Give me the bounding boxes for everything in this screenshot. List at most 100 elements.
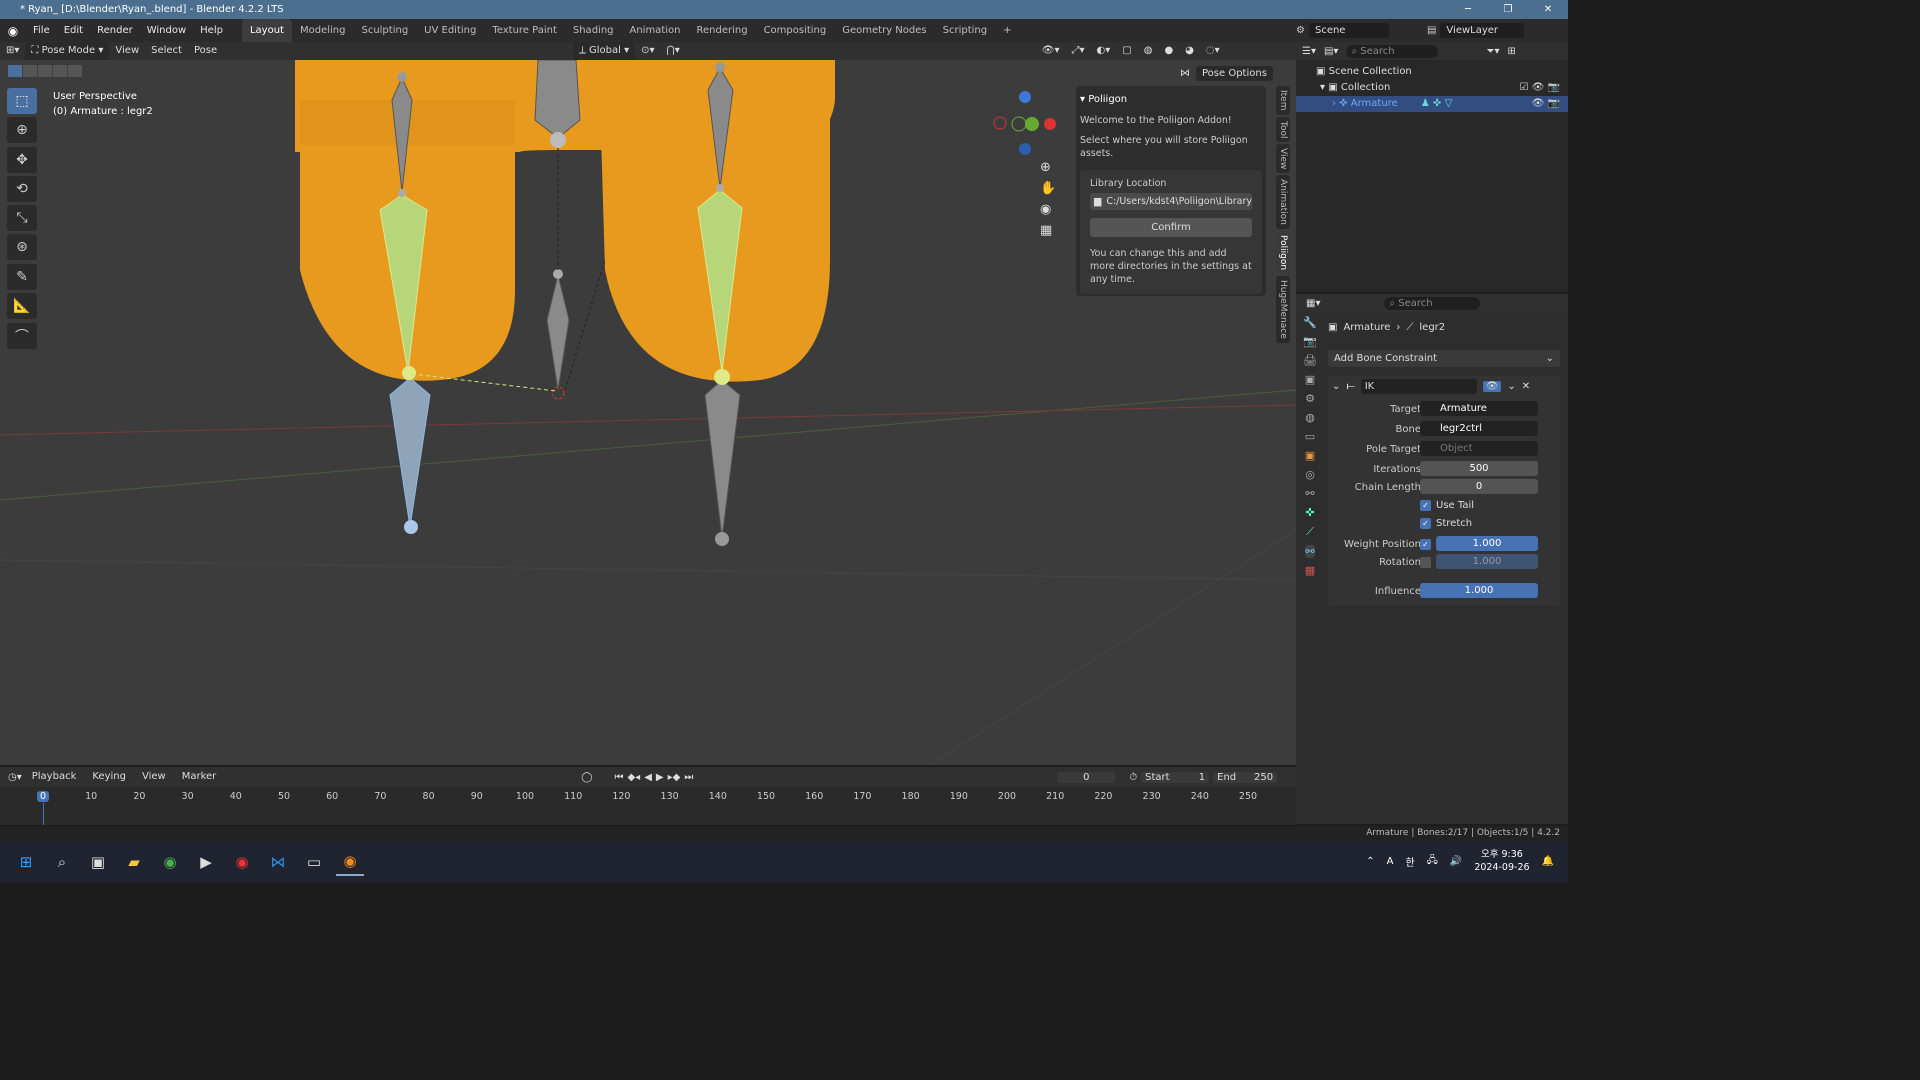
viewlayer-props-icon[interactable]: ▣ (1305, 373, 1315, 386)
bend-tool-icon[interactable]: ⌒ (7, 323, 37, 349)
tab-rendering[interactable]: Rendering (688, 19, 755, 42)
maximize-button[interactable]: ❐ (1488, 0, 1528, 19)
tool-props-icon[interactable]: 🔧 (1303, 316, 1317, 329)
tab-sculpting[interactable]: Sculpting (353, 19, 416, 42)
orientation-selector[interactable]: ⟂ Global ▾ (573, 42, 636, 60)
pose-data-icons[interactable]: ♟ ✜ ▽ (1421, 98, 1452, 109)
tab-tool[interactable]: Tool (1276, 116, 1290, 142)
panel-header[interactable]: ▾ Poliigon (1080, 90, 1262, 109)
close-window-button[interactable]: ✕ (1528, 0, 1568, 19)
menu-keying[interactable]: Keying (86, 768, 132, 786)
confirm-button[interactable]: Confirm (1090, 218, 1252, 237)
notification-icon[interactable]: 🔔 (1542, 856, 1554, 867)
menu-edit[interactable]: Edit (57, 19, 90, 42)
outliner-editor-icon[interactable]: ☰▾ (1302, 46, 1316, 57)
vscode-icon[interactable]: ⋈ (264, 848, 292, 876)
blender-logo-icon[interactable]: ◉ (0, 24, 26, 38)
tab-shading[interactable]: Shading (565, 19, 622, 42)
library-path-field[interactable]: ▆ C:/Users/kdst4\Poliigon\Library (1090, 193, 1252, 210)
chain-length-field[interactable]: 0 (1420, 479, 1538, 494)
scale-tool-icon[interactable]: ⤡ (7, 205, 37, 231)
tab-animation-side[interactable]: Animation (1276, 175, 1290, 230)
mode-selector[interactable]: ⛶ Pose Mode ▾ (25, 42, 110, 60)
pan-hand-icon[interactable]: ✋ (1040, 181, 1056, 196)
bone-field[interactable]: legr2ctrl (1420, 421, 1538, 436)
recorder-icon[interactable]: ◉ (228, 848, 256, 876)
network-icon[interactable]: 🖧 (1427, 853, 1438, 870)
shading-solid-icon[interactable]: ● (1158, 42, 1179, 60)
iterations-field[interactable]: 500 (1420, 461, 1538, 476)
display-mode-icon[interactable]: ▤▾ (1324, 46, 1338, 57)
cursor-tool-icon[interactable]: ⊕ (7, 117, 37, 143)
clock[interactable]: 오후 9:36 2024-09-26 (1474, 848, 1529, 874)
play-icon[interactable]: ▶ (656, 772, 664, 783)
minimize-button[interactable]: ─ (1448, 0, 1488, 19)
volume-icon[interactable]: 🔊 (1450, 856, 1462, 867)
rotate-tool-icon[interactable]: ⟲ (7, 176, 37, 202)
props-editor-icon[interactable]: ▦▾ (1306, 298, 1320, 309)
timeline-editor-icon[interactable]: ◷▾ (8, 772, 22, 783)
camera-view-icon[interactable]: ◉ (1040, 202, 1056, 217)
end-frame-field[interactable]: End 250 (1213, 771, 1278, 783)
shading-wire-icon[interactable]: ◍ (1138, 42, 1159, 60)
search-icon[interactable]: ⌕ (48, 848, 76, 876)
add-workspace-button[interactable]: + (995, 19, 1019, 42)
ime-mode[interactable]: A (1387, 856, 1394, 867)
tab-view[interactable]: View (1276, 143, 1290, 174)
pivot-icon[interactable]: ⊙▾ (635, 42, 660, 60)
collapse-icon[interactable]: ⌄ (1332, 381, 1340, 392)
tab-hugemenace[interactable]: HugeMenace (1276, 276, 1290, 344)
symmetry-icon[interactable]: ⋈ (1180, 68, 1190, 79)
prev-key-icon[interactable]: ◆◂ (627, 772, 640, 783)
visibility-toggles[interactable]: ☑ 👁 📷 (1520, 80, 1560, 96)
move-tool-icon[interactable]: ✥ (7, 147, 37, 173)
measure-tool-icon[interactable]: 📐 (7, 293, 37, 319)
preview-range-icon[interactable]: ⏱ (1129, 772, 1137, 783)
filter-icon[interactable]: ⏷▾ (1486, 46, 1499, 57)
target-field[interactable]: Armature (1420, 401, 1538, 416)
visibility-toggles[interactable]: 👁 📷 (1532, 96, 1560, 112)
timeline-ruler[interactable]: 0 10 20 30 40 50 60 70 80 90 100 110 120 130 140 150 160… (0, 787, 1296, 825)
enable-constraint-icon[interactable]: 👁 (1482, 380, 1502, 392)
props-search[interactable]: ⌕ Search (1384, 296, 1481, 310)
start-frame-field[interactable]: Start 1 (1141, 771, 1210, 783)
breadcrumb-bone[interactable]: legr2 (1419, 322, 1445, 333)
outliner-search[interactable]: ⌕ Search (1346, 44, 1439, 58)
use-tail-checkbox[interactable]: ✓ (1420, 500, 1431, 511)
visibility-icon[interactable]: 👁▾ (1036, 42, 1066, 60)
render-props-icon[interactable]: 📷 (1303, 335, 1317, 348)
menu-view[interactable]: View (109, 42, 145, 60)
next-key-icon[interactable]: ▸◆ (668, 772, 681, 783)
playhead[interactable] (43, 803, 44, 825)
rotation-field[interactable]: 1.000 (1436, 554, 1538, 569)
new-collection-icon[interactable]: ⊞ (1507, 46, 1515, 57)
ortho-toggle-icon[interactable]: ▦ (1040, 223, 1056, 238)
rotation-checkbox[interactable] (1420, 557, 1431, 568)
menu-window[interactable]: Window (140, 19, 193, 42)
tab-geometry-nodes[interactable]: Geometry Nodes (834, 19, 934, 42)
file-explorer-icon[interactable]: ▰ (120, 848, 148, 876)
annotate-tool-icon[interactable]: ✎ (7, 264, 37, 290)
breadcrumb-object[interactable]: Armature (1343, 322, 1390, 333)
menu-select[interactable]: Select (145, 42, 188, 60)
jump-start-icon[interactable]: ⏮ (614, 772, 623, 783)
viewlayer-selector[interactable]: ViewLayer (1440, 23, 1525, 38)
terminal-icon[interactable]: ▭ (300, 848, 328, 876)
shading-material-icon[interactable]: ◕ (1179, 42, 1200, 60)
shading-render-icon[interactable]: ◌▾ (1200, 42, 1226, 60)
tab-compositing[interactable]: Compositing (756, 19, 835, 42)
tab-item[interactable]: Item (1276, 86, 1290, 115)
pose-options-button[interactable]: Pose Options (1196, 66, 1273, 81)
scene-collection-row[interactable]: ▣ Scene Collection (1316, 64, 1568, 80)
task-view-icon[interactable]: ▣ (84, 848, 112, 876)
weight-position-checkbox[interactable]: ✓ (1420, 539, 1431, 550)
select-new-icon[interactable] (8, 65, 22, 77)
weight-position-field[interactable]: 1.000 (1436, 536, 1538, 551)
blender-taskbar-icon[interactable]: ◉ (336, 848, 364, 876)
tab-layout[interactable]: Layout (241, 19, 292, 42)
select-box-tool-icon[interactable]: ⬚ (7, 88, 37, 114)
influence-field[interactable]: 1.000 (1420, 583, 1538, 598)
armature-row[interactable]: › ✜ Armature ♟ ✜ ▽ 👁 📷 (1296, 96, 1568, 112)
tab-scripting[interactable]: Scripting (935, 19, 995, 42)
output-props-icon[interactable]: 🖨 (1303, 354, 1317, 367)
